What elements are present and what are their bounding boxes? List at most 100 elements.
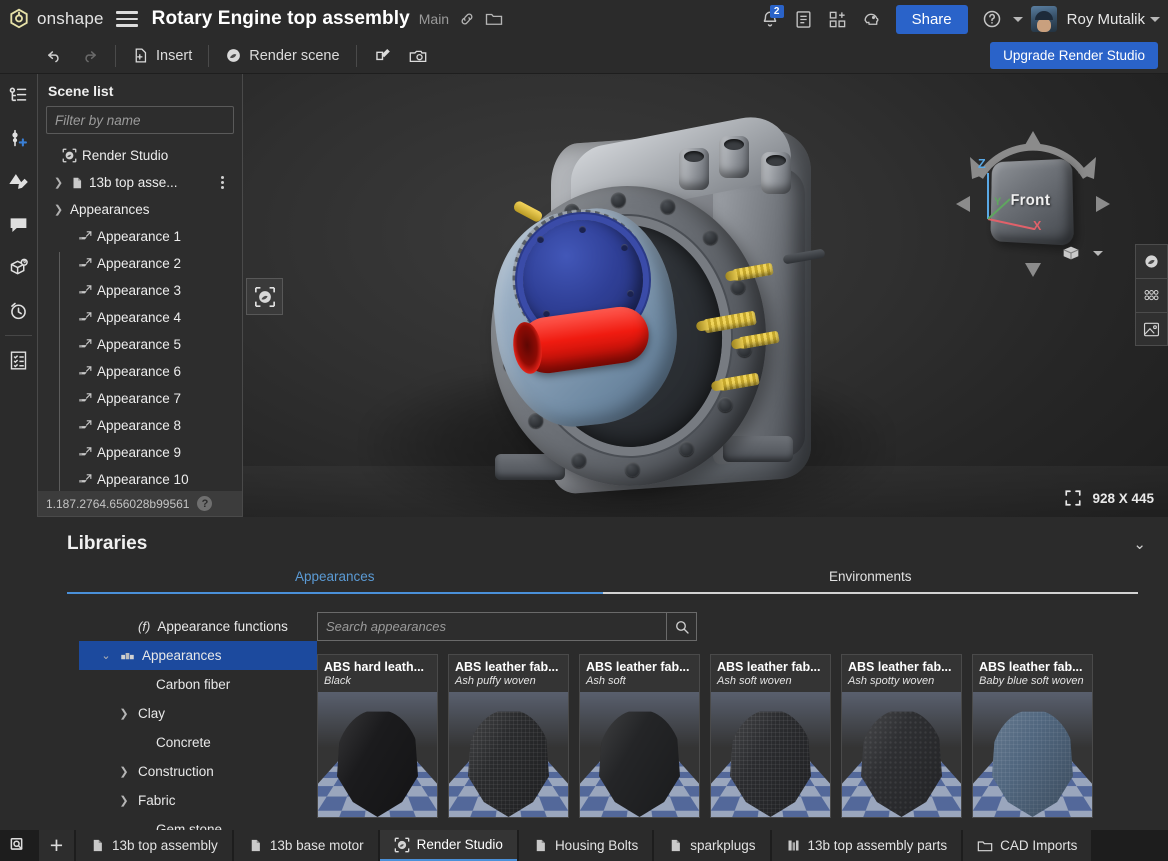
document-tab-render-studio[interactable]: Render Studio: [379, 830, 517, 861]
chevron-down-icon[interactable]: ❯: [52, 203, 65, 216]
notifications-button[interactable]: 2: [754, 3, 786, 35]
render-view-tool[interactable]: [1135, 244, 1168, 278]
upgrade-render-studio-button[interactable]: Upgrade Render Studio: [990, 42, 1158, 69]
scene-tree-appearance-item[interactable]: Appearance 6: [38, 358, 242, 385]
toolbar: Insert Render scene Upgrade Render Studi…: [0, 38, 1168, 74]
chevron-right-icon[interactable]: ❯: [117, 707, 131, 720]
rotary-engine-model[interactable]: [461, 108, 861, 504]
scene-tree-item-menu-icon[interactable]: [221, 176, 224, 189]
camera-tool-button[interactable]: [400, 44, 436, 68]
library-tree-item-concrete[interactable]: Concrete: [89, 728, 317, 757]
library-tab-appearances[interactable]: Appearances: [67, 563, 603, 592]
library-tab-environments[interactable]: Environments: [603, 563, 1139, 592]
scene-filter-input[interactable]: [46, 106, 234, 134]
avatar[interactable]: [1030, 6, 1057, 32]
background-image-tool[interactable]: [1135, 312, 1168, 346]
projection-chevron-down-icon[interactable]: [1093, 250, 1103, 256]
search-button[interactable]: [666, 612, 697, 641]
assembly-icon: [533, 838, 548, 853]
document-tab-13b-top-assembly[interactable]: 13b top assembly: [76, 830, 232, 861]
chevron-down-icon[interactable]: ⌄: [99, 649, 113, 662]
scene-tree-appearance-item[interactable]: Appearance 2: [38, 250, 242, 277]
insert-button[interactable]: Insert: [124, 44, 200, 67]
render-resolution-indicator[interactable]: 928 X 445: [1064, 489, 1154, 507]
appearance-item-label: Appearance 10: [97, 472, 189, 487]
appearance-brush-icon[interactable]: [0, 160, 37, 203]
fullscreen-icon[interactable]: [1064, 489, 1082, 507]
scene-tree[interactable]: Render Studio ❯ 13b top asse... ❯ Appear…: [38, 142, 242, 491]
library-tree-item-clay[interactable]: ❯ Clay: [89, 699, 317, 728]
library-tree-item-fabric[interactable]: ❯ Fabric: [89, 786, 317, 815]
search-document-icon[interactable]: [0, 830, 37, 861]
redo-button[interactable]: [72, 44, 107, 67]
render-studio-badge[interactable]: [246, 278, 283, 315]
chevron-right-icon[interactable]: ❯: [117, 765, 131, 778]
render-history-icon[interactable]: [0, 289, 37, 332]
scene-tree-icon[interactable]: [0, 74, 37, 117]
scene-tree-appearance-item[interactable]: Appearance 1: [38, 223, 242, 250]
document-tab-13b-top-assembly-parts[interactable]: 13b top assembly parts: [771, 830, 962, 861]
scene-tree-item-assembly[interactable]: ❯ 13b top asse...: [38, 169, 242, 196]
search-appearances-input[interactable]: [317, 612, 666, 641]
link-icon[interactable]: [459, 11, 475, 27]
document-tab-13b-base-motor[interactable]: 13b base motor: [233, 830, 378, 861]
scene-tree-appearance-item[interactable]: Appearance 10: [38, 466, 242, 491]
add-tab-button[interactable]: +: [39, 830, 74, 861]
appearance-item-label: Appearance 8: [97, 418, 182, 433]
appearance-card[interactable]: ABS leather fab... Ash soft woven: [710, 654, 831, 818]
hamburger-icon[interactable]: [115, 9, 138, 29]
function-icon: (f): [138, 619, 151, 634]
appearance-item-label: Appearance 3: [97, 283, 182, 298]
folder-icon[interactable]: [485, 11, 503, 27]
library-tree-item-construction[interactable]: ❯ Construction: [89, 757, 317, 786]
appearance-card[interactable]: ABS leather fab... Ash soft: [579, 654, 700, 818]
bill-of-materials-icon[interactable]: [0, 339, 37, 382]
undo-button[interactable]: [37, 44, 72, 67]
user-chevron-down-icon[interactable]: [1150, 16, 1160, 22]
appearance-card[interactable]: ABS leather fab... Ash puffy woven: [448, 654, 569, 818]
render-quality-tool[interactable]: [1135, 278, 1168, 312]
appearance-card[interactable]: ABS leather fab... Ash spotty woven: [841, 654, 962, 818]
appearance-card[interactable]: ABS leather fab... Baby blue soft woven: [972, 654, 1093, 818]
document-tab-cad-imports[interactable]: CAD Imports: [963, 830, 1092, 861]
toolbar-divider-3: [355, 44, 357, 67]
scene-tree-appearance-item[interactable]: Appearance 8: [38, 412, 242, 439]
assembly-icon: [248, 838, 263, 853]
learning-center-icon[interactable]: [856, 3, 888, 35]
scene-tree-appearance-item[interactable]: Appearance 3: [38, 277, 242, 304]
tasks-icon[interactable]: [788, 3, 820, 35]
perspective-cube-icon[interactable]: [1060, 242, 1082, 264]
add-light-icon[interactable]: [0, 117, 37, 160]
help-icon[interactable]: [976, 3, 1008, 35]
library-tree-item-appearances[interactable]: ⌄ Appearances: [79, 641, 317, 670]
onshape-logo-brand[interactable]: onshape: [0, 8, 104, 30]
view-cube[interactable]: Front Z Y X: [948, 119, 1118, 289]
chevron-right-icon[interactable]: ❯: [117, 794, 131, 807]
appearance-card[interactable]: ABS hard leath... Black: [317, 654, 438, 818]
scene-tree-appearance-item[interactable]: Appearance 4: [38, 304, 242, 331]
document-tab-housing-bolts[interactable]: Housing Bolts: [518, 830, 653, 861]
chevron-right-icon[interactable]: ❯: [52, 176, 65, 189]
library-tree-item-carbon-fiber[interactable]: Carbon fiber: [89, 670, 317, 699]
apps-grid-icon[interactable]: [822, 3, 854, 35]
comments-icon[interactable]: [0, 203, 37, 246]
document-tab-sparkplugs[interactable]: sparkplugs: [654, 830, 770, 861]
edit-appearance-button[interactable]: [365, 43, 400, 68]
help-chevron-down-icon[interactable]: [1012, 16, 1023, 22]
library-tree-item-appearance-functions[interactable]: (f) Appearance functions: [89, 612, 317, 641]
projection-mode-control[interactable]: [1060, 242, 1103, 264]
scene-tree-appearance-item[interactable]: Appearance 7: [38, 385, 242, 412]
scene-tree-appearance-item[interactable]: Appearance 5: [38, 331, 242, 358]
scene-tree-root-render-studio[interactable]: Render Studio: [38, 142, 242, 169]
scene-tree-group-appearances[interactable]: ❯ Appearances: [38, 196, 242, 223]
part-info-icon[interactable]: [0, 246, 37, 289]
search-icon: [675, 620, 689, 634]
libraries-panel: Libraries ⌄ Appearances Environments (f) A…: [37, 517, 1168, 837]
libraries-collapse-chevron-down-icon[interactable]: ⌄: [1133, 535, 1146, 553]
libraries-tabs[interactable]: Appearances Environments: [67, 563, 1138, 594]
library-category-tree[interactable]: (f) Appearance functions ⌄ Appearances Carbo…: [37, 612, 317, 842]
share-button[interactable]: Share: [895, 4, 968, 34]
render-scene-button[interactable]: Render scene: [217, 44, 347, 67]
scene-tree-appearance-item[interactable]: Appearance 9: [38, 439, 242, 466]
help-icon[interactable]: ?: [197, 496, 213, 511]
